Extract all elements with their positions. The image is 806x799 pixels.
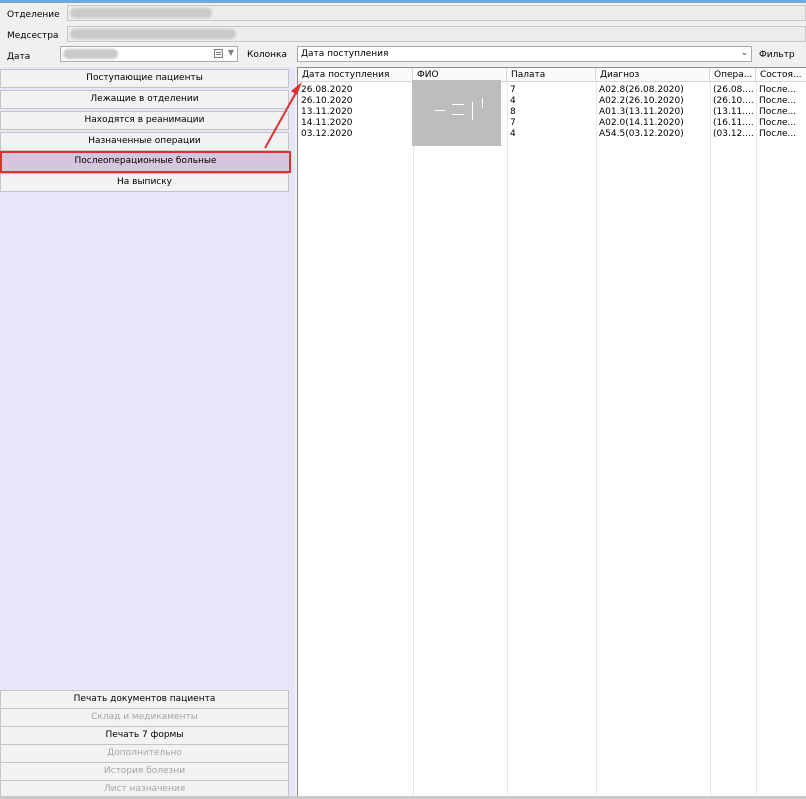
redacted-nurse xyxy=(70,29,236,39)
nav-scheduled-operations[interactable]: Назначенные операции xyxy=(0,132,289,151)
table-cell[interactable]: 26.10.2020 xyxy=(298,96,413,107)
nav-in-department[interactable]: Лежащие в отделении xyxy=(0,90,289,109)
table-cell[interactable]: 13.11.2020 xyxy=(298,107,413,118)
table-cell[interactable]: A54.5(03.12.2020) xyxy=(596,129,710,140)
department-label: Отделение xyxy=(7,10,60,20)
column-header-status[interactable]: Состоя... xyxy=(756,68,806,82)
print-form7-button[interactable]: Печать 7 формы xyxy=(0,726,289,745)
redacted-date xyxy=(63,49,118,59)
table-cell[interactable]: (03.12.... xyxy=(710,129,756,140)
window-top-edge xyxy=(0,0,806,3)
column-header-operation[interactable]: Опера... xyxy=(710,68,756,82)
table-cell[interactable]: A02.0(14.11.2020) xyxy=(596,118,710,129)
column-divider xyxy=(756,82,757,799)
table-cell[interactable]: (16.11.... xyxy=(710,118,756,129)
patients-table: Дата поступления ФИО Палата Диагноз Опер… xyxy=(297,67,806,799)
left-nav-panel: Поступающие пациенты Лежащие в отделении… xyxy=(0,67,295,799)
table-cell[interactable]: 7 xyxy=(507,85,596,96)
chevron-down-icon[interactable]: ⌄ xyxy=(740,48,748,58)
column-divider xyxy=(507,82,508,799)
redacted-department xyxy=(70,8,212,18)
table-cell[interactable]: После... xyxy=(756,118,806,129)
date-picker[interactable]: ▼ xyxy=(60,46,238,62)
column-header-admission-date[interactable]: Дата поступления xyxy=(298,68,413,82)
table-cell[interactable]: 4 xyxy=(507,129,596,140)
warehouse-medicines-button[interactable]: Склад и медикаменты xyxy=(0,708,289,727)
column-select[interactable]: Дата поступления ⌄ xyxy=(297,46,752,62)
nurse-label: Медсестра xyxy=(7,31,59,41)
calendar-icon[interactable] xyxy=(214,49,223,58)
table-cell[interactable]: После... xyxy=(756,129,806,140)
filter-label: Фильтр xyxy=(759,50,795,60)
column-divider xyxy=(596,82,597,799)
table-cell[interactable]: 14.11.2020 xyxy=(298,118,413,129)
table-cell[interactable]: 03.12.2020 xyxy=(298,129,413,140)
table-cell[interactable]: A02.2(26.10.2020) xyxy=(596,96,710,107)
table-cell[interactable]: (13.11.... xyxy=(710,107,756,118)
table-cell[interactable]: 4 xyxy=(507,96,596,107)
nav-in-intensive-care[interactable]: Находятся в реанимации xyxy=(0,111,289,130)
table-cell[interactable]: После... xyxy=(756,96,806,107)
nav-incoming-patients[interactable]: Поступающие пациенты xyxy=(0,69,289,88)
table-cell[interactable]: A02.8(26.08.2020) xyxy=(596,85,710,96)
nav-discharge[interactable]: На выписку xyxy=(0,173,289,192)
department-field[interactable] xyxy=(67,5,806,21)
table-cell[interactable]: После... xyxy=(756,107,806,118)
table-cell[interactable]: После... xyxy=(756,85,806,96)
table-cell[interactable]: 26.08.2020 xyxy=(298,85,413,96)
additional-button[interactable]: Дополнительно xyxy=(0,744,289,763)
column-label: Колонка xyxy=(247,50,287,60)
nav-postoperative-patients[interactable]: Послеоперационные больные xyxy=(0,151,291,173)
medical-history-button[interactable]: История болезни xyxy=(0,762,289,781)
table-cell[interactable]: A01.3(13.11.2020) xyxy=(596,107,710,118)
table-cell[interactable]: 8 xyxy=(507,107,596,118)
print-patient-documents-button[interactable]: Печать документов пациента xyxy=(0,690,289,709)
table-cell[interactable]: (26.10.... xyxy=(710,96,756,107)
chevron-down-icon[interactable]: ▼ xyxy=(228,48,234,57)
date-label: Дата xyxy=(7,52,31,62)
redacted-patient-names xyxy=(412,80,501,146)
table-cell[interactable]: (26.08.... xyxy=(710,85,756,96)
column-header-ward[interactable]: Палата xyxy=(507,68,596,82)
column-select-value: Дата поступления xyxy=(301,49,389,59)
nurse-field[interactable] xyxy=(67,26,806,42)
column-divider xyxy=(710,82,711,799)
column-divider xyxy=(413,82,414,799)
column-header-diagnosis[interactable]: Диагноз xyxy=(596,68,710,82)
table-cell[interactable]: 7 xyxy=(507,118,596,129)
